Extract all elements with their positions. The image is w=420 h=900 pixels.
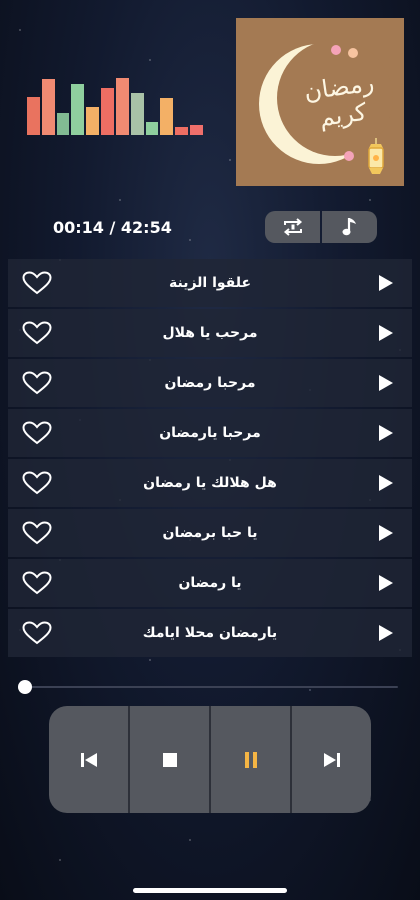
heart-icon[interactable]: [22, 471, 52, 495]
seek-slider[interactable]: [18, 680, 398, 694]
track-row[interactable]: مرحبا يارمضان: [8, 409, 412, 457]
heart-icon[interactable]: [22, 421, 52, 445]
equalizer-bar: [130, 93, 144, 135]
play-icon[interactable]: [378, 374, 394, 392]
track-title: يا رمضان: [178, 575, 242, 591]
play-icon[interactable]: [378, 574, 394, 592]
transport-controls: [49, 706, 371, 813]
flower-decoration: [348, 48, 358, 58]
seek-track[interactable]: [18, 686, 398, 688]
equalizer-visualizer: [27, 75, 203, 135]
track-row[interactable]: يا حبا برمضان: [8, 509, 412, 557]
stop-icon: [162, 752, 177, 767]
equalizer-bar: [101, 88, 114, 135]
play-icon[interactable]: [378, 274, 394, 292]
seek-thumb[interactable]: [18, 680, 33, 694]
heart-icon[interactable]: [22, 371, 52, 395]
track-title: مرحبا رمضان: [164, 375, 256, 391]
album-artwork: رمضان كريم: [236, 18, 404, 186]
equalizer-bar: [71, 84, 85, 135]
track-title: يا حبا برمضان: [162, 525, 258, 541]
music-player-screen: رمضان كريم 00:14 / 42:54 علقوا الزينة مر…: [0, 0, 420, 900]
pause-button[interactable]: [211, 706, 292, 813]
heart-icon[interactable]: [22, 271, 52, 295]
track-row[interactable]: مرحبا رمضان: [8, 359, 412, 407]
flower-decoration: [344, 151, 354, 161]
equalizer-bar: [145, 122, 159, 135]
repeat-icon: [283, 218, 302, 236]
heart-icon[interactable]: [22, 521, 52, 545]
equalizer-bar: [175, 127, 189, 135]
heart-icon[interactable]: [22, 321, 52, 345]
lantern-icon: [368, 138, 384, 174]
music-note-icon: [342, 218, 356, 236]
skip-previous-icon: [80, 752, 97, 767]
track-title: يارمضان محلا ايامك: [142, 625, 278, 641]
skip-next-icon: [323, 752, 340, 767]
equalizer-bar: [190, 125, 203, 135]
play-icon[interactable]: [378, 474, 394, 492]
time-display: 00:14 / 42:54: [53, 218, 172, 237]
play-icon[interactable]: [378, 524, 394, 542]
equalizer-bar: [41, 79, 55, 135]
play-icon[interactable]: [378, 624, 394, 642]
equalizer-bar: [56, 113, 70, 135]
track-row[interactable]: يارمضان محلا ايامك: [8, 609, 412, 657]
repeat-button[interactable]: [265, 211, 320, 243]
heart-icon[interactable]: [22, 621, 52, 645]
track-title: علقوا الزينة: [168, 275, 252, 291]
track-title: مرحب يا هلال: [162, 325, 258, 341]
equalizer-bar: [86, 107, 100, 135]
track-title: مرحبا يارمضان: [159, 425, 261, 441]
play-icon[interactable]: [378, 424, 394, 442]
mode-toggle-group: [265, 211, 377, 243]
pause-icon: [244, 751, 257, 768]
track-row[interactable]: يا رمضان: [8, 559, 412, 607]
previous-button[interactable]: [49, 706, 130, 813]
track-row[interactable]: علقوا الزينة: [8, 259, 412, 307]
next-button[interactable]: [292, 706, 371, 813]
track-row[interactable]: هل هلالك يا رمضان: [8, 459, 412, 507]
equalizer-bar: [115, 78, 129, 135]
heart-icon[interactable]: [22, 571, 52, 595]
music-library-button[interactable]: [322, 211, 377, 243]
track-row[interactable]: مرحب يا هلال: [8, 309, 412, 357]
play-icon[interactable]: [378, 324, 394, 342]
home-indicator: [133, 888, 287, 893]
equalizer-bar: [160, 98, 174, 135]
track-list: علقوا الزينة مرحب يا هلال مرحبا رمضان مر…: [8, 259, 412, 659]
track-title: هل هلالك يا رمضان: [143, 475, 277, 491]
stop-button[interactable]: [130, 706, 211, 813]
flower-decoration: [331, 45, 341, 55]
equalizer-bar: [27, 97, 40, 135]
